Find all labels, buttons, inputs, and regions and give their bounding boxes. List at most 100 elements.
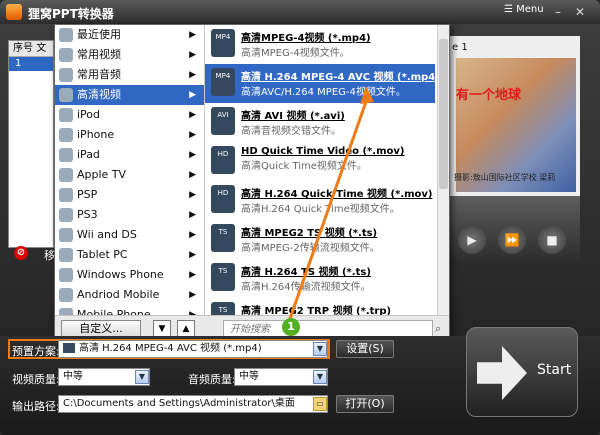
category-item[interactable]: iPad ▶: [55, 145, 204, 165]
category-label: Apple TV: [77, 168, 127, 181]
audio-quality-value: 中等: [239, 371, 259, 382]
category-label: iPad: [77, 148, 100, 161]
mp4-icon: [63, 343, 75, 353]
file-row[interactable]: 1: [9, 57, 53, 71]
format-icon: TS: [211, 263, 235, 291]
category-item[interactable]: 常用视频 ▶: [55, 45, 204, 65]
format-name: 高清 MPEG2 TS 视频 (*.ts): [241, 228, 378, 239]
col-file[interactable]: 文: [36, 43, 46, 54]
menu-button[interactable]: ☰ Menu: [504, 4, 546, 20]
category-item[interactable]: 最近使用 ▶: [55, 25, 204, 45]
format-item[interactable]: HD HD Quick Time Video (*.mov) 高清Quick Tim…: [205, 142, 435, 181]
output-path-field[interactable]: C:\Documents and Settings\Administrator\…: [58, 395, 328, 413]
play-icon[interactable]: ▶: [458, 226, 486, 254]
chevron-right-icon: ▶: [189, 110, 196, 120]
format-scrollbar[interactable]: [437, 25, 449, 315]
video-quality-label: 视频质量:: [12, 373, 60, 386]
format-icon: MP4: [211, 68, 235, 96]
format-icon: TS: [211, 224, 235, 252]
format-desc: 高清MPEG-2传输流视频文件。: [241, 243, 380, 254]
category-item[interactable]: PS3 ▶: [55, 205, 204, 225]
preview-caption: 摄影:敖山国际社区学校 梁莉: [454, 173, 556, 182]
format-name: 高清 AVI 视频 (*.avi): [241, 111, 345, 122]
start-label: Start: [537, 362, 572, 378]
settings-button[interactable]: 设置(S): [336, 340, 394, 358]
file-list: 序号 文 1: [8, 40, 54, 248]
ps3-icon: [59, 208, 73, 222]
category-label: Wii and DS: [77, 228, 137, 241]
minimize-icon[interactable]: –: [550, 4, 566, 20]
chevron-down-icon[interactable]: ▼: [313, 370, 327, 384]
category-item[interactable]: 高清视频 ▶: [55, 85, 204, 105]
output-path-label: 输出路径:: [12, 400, 60, 413]
format-name: HD Quick Time Video (*.mov): [241, 146, 405, 157]
category-item[interactable]: iPod ▶: [55, 105, 204, 125]
format-item[interactable]: HD 高清 H.264 Quick Time 视频 (*.mov) 高清H.264 …: [205, 181, 435, 220]
format-item[interactable]: MP4 高清 H.264 MPEG-4 AVC 视频 (*.mp4) 高清AVC/H…: [205, 64, 435, 103]
psp-icon: [59, 188, 73, 202]
category-item[interactable]: Tablet PC ▶: [55, 245, 204, 265]
stop-icon[interactable]: ■: [538, 226, 566, 254]
format-item[interactable]: TS 高清 H.264 TS 视频 (*.ts) 高清H.264传输流视频文件。: [205, 259, 435, 298]
open-button[interactable]: 打开(O): [336, 395, 394, 413]
category-item[interactable]: Wii and DS ▶: [55, 225, 204, 245]
title-bar: 狸窝PPT转换器 ☰ Menu – ✕: [0, 0, 600, 24]
appletv-icon: [59, 168, 73, 182]
start-button[interactable]: Start: [466, 327, 578, 417]
windows-icon: [59, 268, 73, 282]
category-label: iPod: [77, 108, 101, 121]
chevron-right-icon: ▶: [189, 50, 196, 60]
start-arrow-icon: [477, 346, 527, 400]
app-window: 狸窝PPT转换器 ☰ Menu – ✕ 序号 文 1 ⊘ 移 e 1 有一个地球…: [0, 0, 600, 435]
format-desc: 高清MPEG-4视频文件。: [241, 48, 350, 59]
format-item[interactable]: AVI 高清 AVI 视频 (*.avi) 高清音视频交错文件。: [205, 103, 435, 142]
preview-pane: e 1 有一个地球 摄影:敖山国际社区学校 梁莉: [448, 36, 580, 196]
chevron-right-icon: ▶: [189, 170, 196, 180]
category-label: 高清视频: [77, 88, 121, 101]
preset-value: 高清 H.264 MPEG-4 AVC 视频 (*.mp4): [79, 343, 262, 354]
scroll-thumb[interactable]: [439, 39, 448, 189]
preset-select[interactable]: 高清 H.264 MPEG-4 AVC 视频 (*.mp4) ▼: [58, 340, 328, 358]
category-label: Tablet PC: [77, 248, 128, 261]
video-quality-value: 中等: [63, 371, 83, 382]
chevron-right-icon: ▶: [189, 250, 196, 260]
category-label: 常用视频: [77, 48, 121, 61]
category-label: Windows Phone: [77, 268, 164, 281]
chevron-right-icon: ▶: [189, 270, 196, 280]
col-number[interactable]: 序号: [13, 43, 33, 54]
fast-forward-icon[interactable]: ⏩: [498, 226, 526, 254]
audio-quality-label: 音频质量:: [188, 373, 236, 386]
category-item[interactable]: PSP ▶: [55, 185, 204, 205]
video-quality-select[interactable]: 中等 ▼: [58, 368, 150, 386]
format-icon-text: MP4: [215, 72, 231, 80]
format-icon: TS: [211, 302, 235, 315]
format-item[interactable]: TS 高清 MPEG2 TS 视频 (*.ts) 高清MPEG-2传输流视频文件。: [205, 220, 435, 259]
category-item[interactable]: Windows Phone ▶: [55, 265, 204, 285]
category-label: PSP: [77, 188, 98, 201]
slide-label: e 1: [452, 42, 468, 53]
format-name: 高清MPEG-4视频 (*.mp4): [241, 33, 371, 44]
row-number: 1: [15, 58, 22, 69]
format-icon: AVI: [211, 107, 235, 135]
chevron-down-icon[interactable]: ▼: [313, 342, 327, 356]
wii-icon: [59, 228, 73, 242]
format-item[interactable]: TS 高清 MPEG2 TRP 视频 (*.trp): [205, 298, 435, 315]
category-item[interactable]: iPhone ▶: [55, 125, 204, 145]
iphone-icon: [59, 128, 73, 142]
folder-icon[interactable]: ▭: [313, 397, 327, 411]
category-item[interactable]: Apple TV ▶: [55, 165, 204, 185]
chevron-right-icon: ▶: [189, 70, 196, 80]
category-item[interactable]: 常用音频 ▶: [55, 65, 204, 85]
category-item[interactable]: Andriod Mobile ▶: [55, 285, 204, 305]
remove-icon[interactable]: ⊘: [14, 246, 28, 260]
audio-quality-select[interactable]: 中等 ▼: [234, 368, 328, 386]
chevron-right-icon: ▶: [189, 90, 196, 100]
output-path-value: C:\Documents and Settings\Administrator\…: [63, 398, 295, 409]
search-icon[interactable]: ⌕: [435, 322, 447, 335]
format-item[interactable]: MP4 高清MPEG-4视频 (*.mp4) 高清MPEG-4视频文件。: [205, 25, 435, 64]
file-list-header: 序号 文: [9, 41, 53, 57]
chevron-down-icon[interactable]: ▼: [135, 370, 149, 384]
app-title: 狸窝PPT转换器: [28, 7, 114, 21]
close-icon[interactable]: ✕: [572, 4, 588, 20]
music-icon: [59, 68, 73, 82]
